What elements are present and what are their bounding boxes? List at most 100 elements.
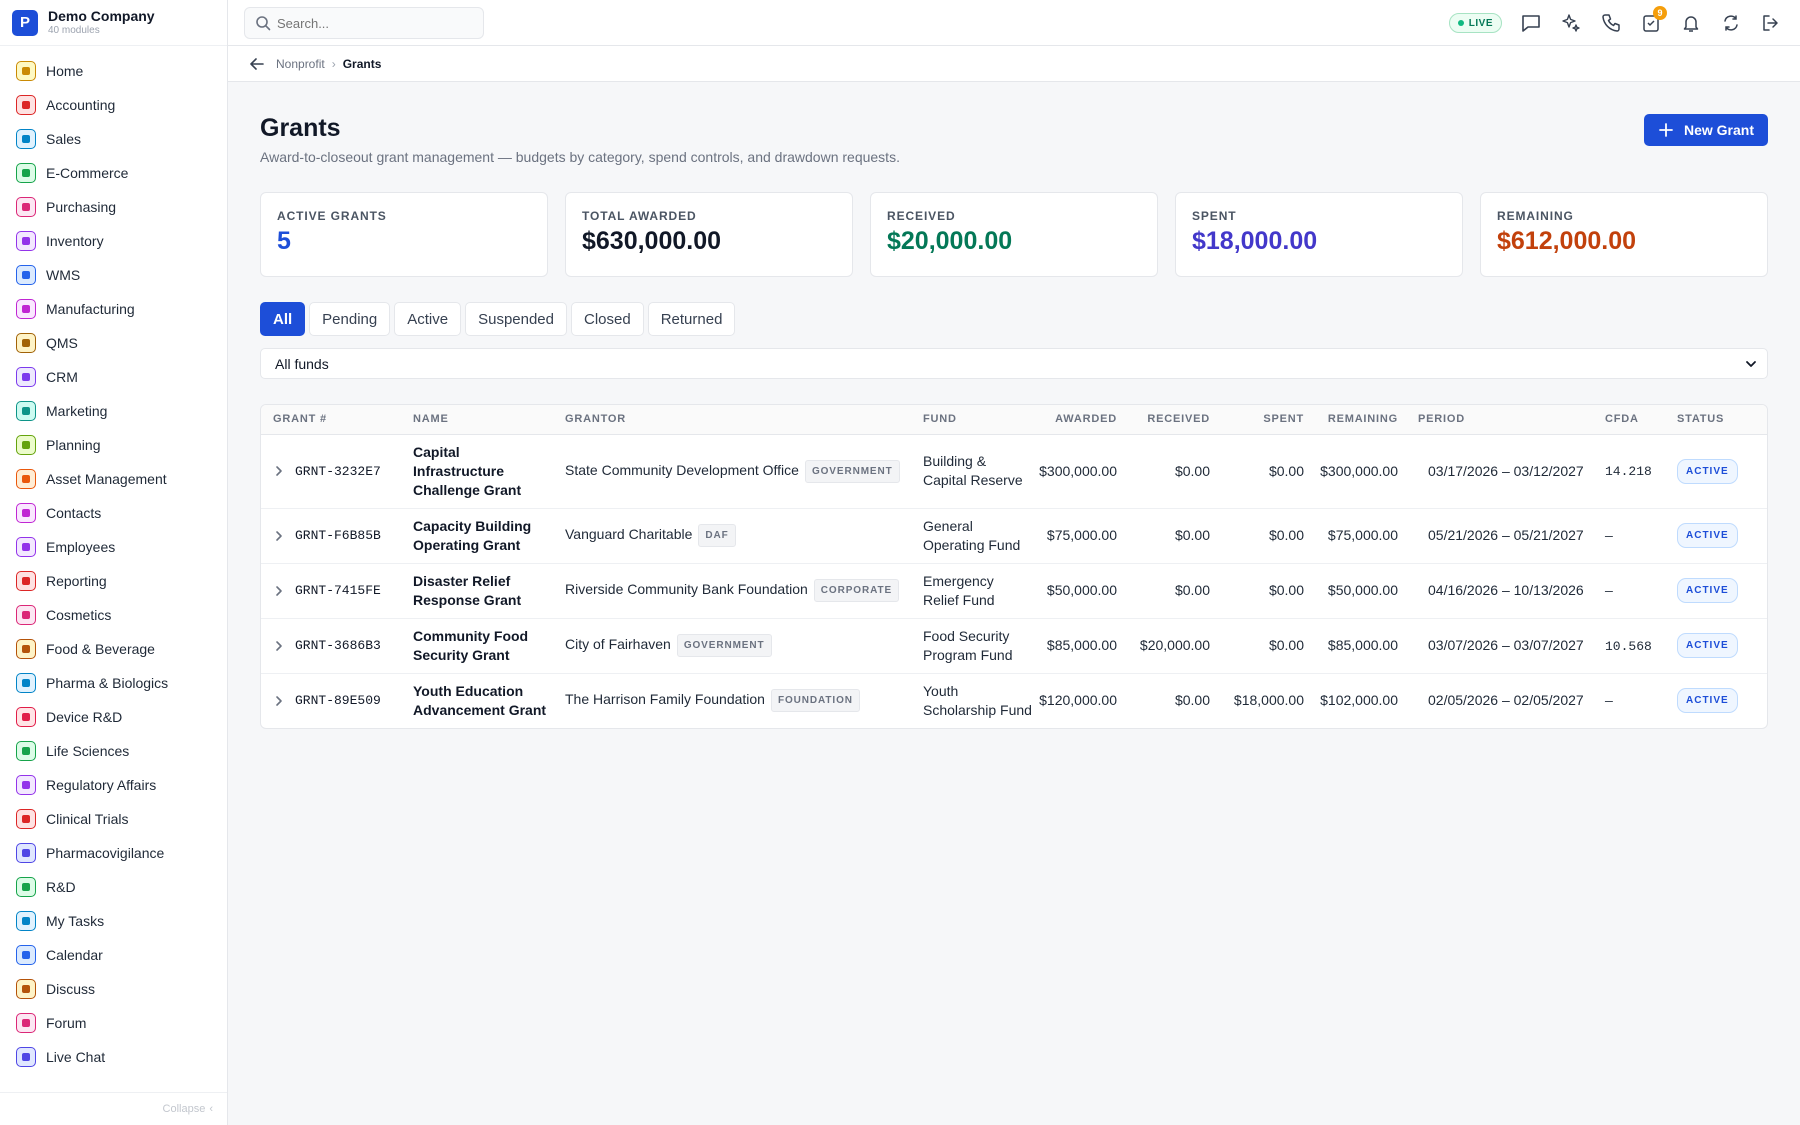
sidebar-item-reporting[interactable]: Reporting [0, 564, 227, 598]
shield-icon [16, 843, 36, 863]
grant-id[interactable]: GRNT-3232E7 [295, 462, 381, 481]
sidebar-item-pharmacovigilance[interactable]: Pharmacovigilance [0, 836, 227, 870]
chevron-right-icon[interactable] [273, 465, 285, 477]
column-header-grantor[interactable]: GRANTOR [553, 405, 911, 435]
bank-icon [16, 95, 36, 115]
table-row[interactable]: GRNT-F6B85B Capacity Building Operating G… [261, 508, 1767, 564]
stat-label: ACTIVE GRANTS [277, 209, 387, 223]
grantor-type-badge: GOVERNMENT [676, 634, 772, 657]
sync-icon[interactable] [1720, 12, 1742, 34]
sidebar-item-cosmetics[interactable]: Cosmetics [0, 598, 227, 632]
fund-filter-select[interactable]: All funds [260, 348, 1768, 379]
breadcrumb: Nonprofit › Grants [228, 46, 1800, 82]
stat-value: 5 [277, 227, 291, 255]
column-header-period[interactable]: PERIOD [1406, 405, 1593, 435]
chevron-right-icon[interactable] [273, 585, 285, 597]
sidebar-item-planning[interactable]: Planning [0, 428, 227, 462]
sidebar-item-home[interactable]: Home [0, 54, 227, 88]
sidebar-item-calendar[interactable]: Calendar [0, 938, 227, 972]
received-amount: $0.00 [1174, 527, 1210, 543]
sidebar-item-forum[interactable]: Forum [0, 1006, 227, 1040]
collapse-button[interactable]: Collapse ‹ [0, 1092, 227, 1125]
column-header-grant[interactable]: GRANT # [261, 405, 401, 435]
sidebar-item-discuss[interactable]: Discuss [0, 972, 227, 1006]
column-header-name[interactable]: NAME [401, 405, 553, 435]
sidebar-item-my-tasks[interactable]: My Tasks [0, 904, 227, 938]
sidebar-item-contacts[interactable]: Contacts [0, 496, 227, 530]
store-icon [16, 163, 36, 183]
search-icon [256, 16, 271, 31]
chevron-right-icon[interactable] [273, 640, 285, 652]
tab-all[interactable]: All [260, 302, 306, 336]
message-icon[interactable] [1520, 12, 1542, 34]
sidebar-item-r-d[interactable]: R&D [0, 870, 227, 904]
stat-card-spent: SPENT $18,000.00 [1175, 192, 1463, 277]
tasks-clipboard-icon[interactable]: 9 [1640, 6, 1667, 34]
grant-name[interactable]: Capacity Building Operating Grant [413, 518, 531, 553]
chevron-right-icon[interactable] [273, 530, 285, 542]
column-header-remaining[interactable]: REMAINING [1312, 405, 1406, 435]
sidebar-item-sourcing[interactable]: Sourcing [0, 1074, 227, 1079]
bell-icon[interactable] [1680, 12, 1702, 34]
stat-cards: ACTIVE GRANTS 5 TOTAL AWARDED $630,000.00 RE… [260, 192, 1768, 277]
sidebar-item-pharma-biologics[interactable]: Pharma & Biologics [0, 666, 227, 700]
sidebar-item-label: Contacts [46, 505, 102, 521]
sidebar-item-life-sciences[interactable]: Life Sciences [0, 734, 227, 768]
search-input[interactable] [277, 15, 467, 31]
sidebar-item-employees[interactable]: Employees [0, 530, 227, 564]
breadcrumb-parent[interactable]: Nonprofit [276, 57, 325, 71]
sidebar-item-inventory[interactable]: Inventory [0, 224, 227, 258]
sidebar-item-live-chat[interactable]: Live Chat [0, 1040, 227, 1074]
new-grant-button[interactable]: New Grant [1643, 114, 1768, 146]
tab-pending[interactable]: Pending [309, 302, 391, 336]
sidebar-item-wms[interactable]: WMS [0, 258, 227, 292]
tab-returned[interactable]: Returned [647, 302, 736, 336]
table-row[interactable]: GRNT-3232E7 Capital Infrastructure Challe… [261, 434, 1767, 509]
sidebar-item-marketing[interactable]: Marketing [0, 394, 227, 428]
sidebar-item-food-beverage[interactable]: Food & Beverage [0, 632, 227, 666]
grantor-name: State Community Development Office [565, 461, 799, 478]
column-header-status[interactable]: STATUS [1665, 405, 1767, 435]
tab-suspended[interactable]: Suspended [465, 302, 567, 336]
table-row[interactable]: GRNT-7415FE Disaster Relief Response Gran… [261, 563, 1767, 619]
tab-closed[interactable]: Closed [571, 302, 644, 336]
grant-name[interactable]: Capital Infrastructure Challenge Grant [413, 444, 521, 498]
sidebar-item-crm[interactable]: CRM [0, 360, 227, 394]
grant-id[interactable]: GRNT-3686B3 [295, 636, 381, 655]
grant-id[interactable]: GRNT-F6B85B [295, 526, 381, 545]
sidebar-item-clinical-trials[interactable]: Clinical Trials [0, 802, 227, 836]
sidebar-item-device-r-d[interactable]: Device R&D [0, 700, 227, 734]
sidebar-item-regulatory-affairs[interactable]: Regulatory Affairs [0, 768, 227, 802]
sidebar-item-accounting[interactable]: Accounting [0, 88, 227, 122]
sidebar-item-purchasing[interactable]: Purchasing [0, 190, 227, 224]
brand[interactable]: P Demo Company 40 modules [0, 0, 227, 46]
sidebar-item-label: Device R&D [46, 709, 123, 725]
tab-active[interactable]: Active [394, 302, 462, 336]
column-header-awarded[interactable]: AWARDED [1033, 405, 1125, 435]
cart-icon [16, 197, 36, 217]
column-header-fund[interactable]: FUND [911, 405, 1033, 435]
chevron-right-icon[interactable] [273, 695, 285, 707]
grant-name[interactable]: Disaster Relief Response Grant [413, 573, 521, 608]
column-header-cfda[interactable]: CFDA [1593, 405, 1665, 435]
sidebar-item-label: Employees [46, 539, 116, 555]
grant-id[interactable]: GRNT-89E509 [295, 691, 381, 710]
sidebar-item-asset-management[interactable]: Asset Management [0, 462, 227, 496]
table-row[interactable]: GRNT-3686B3 Community Food Security Grant… [261, 618, 1767, 674]
table-row[interactable]: GRNT-89E509 Youth Education Advancement G… [261, 673, 1767, 728]
search-box[interactable] [244, 7, 484, 39]
column-header-spent[interactable]: SPENT [1218, 405, 1312, 435]
back-arrow-icon[interactable] [248, 55, 266, 73]
phone-icon[interactable] [1600, 12, 1622, 34]
sidebar-item-e-commerce[interactable]: E-Commerce [0, 156, 227, 190]
grant-name[interactable]: Community Food Security Grant [413, 628, 528, 663]
grant-name[interactable]: Youth Education Advancement Grant [413, 683, 546, 718]
sidebar-item-qms[interactable]: QMS [0, 326, 227, 360]
sidebar-item-sales[interactable]: Sales [0, 122, 227, 156]
sidebar-item-manufacturing[interactable]: Manufacturing [0, 292, 227, 326]
ai-sparkle-icon[interactable] [1560, 12, 1582, 34]
logout-icon[interactable] [1760, 12, 1782, 34]
grant-id[interactable]: GRNT-7415FE [295, 581, 381, 600]
column-header-received[interactable]: RECEIVED [1125, 405, 1218, 435]
remaining-amount: $300,000.00 [1320, 462, 1398, 479]
